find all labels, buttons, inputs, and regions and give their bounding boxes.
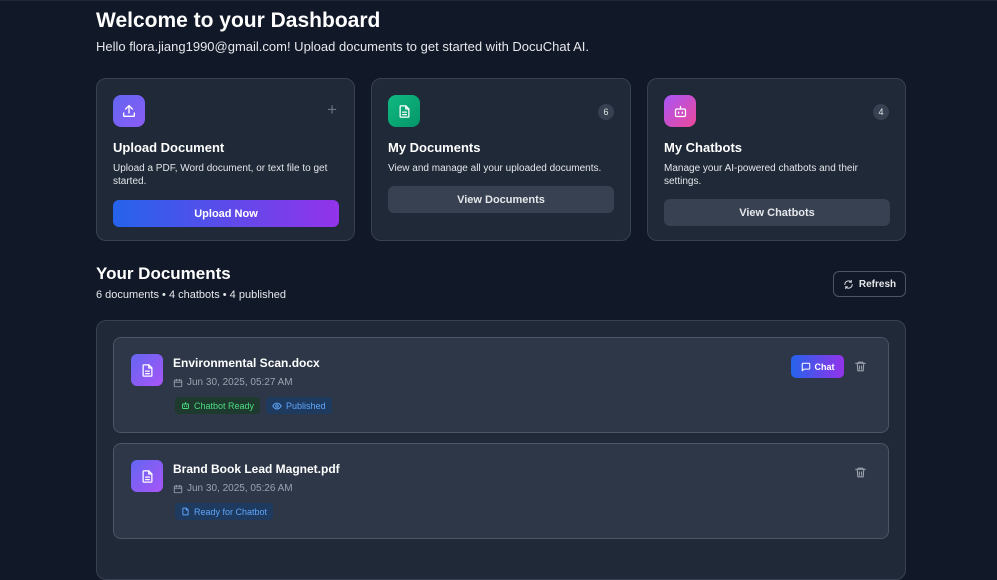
document-tags: Ready for Chatbot [175,503,274,520]
calendar-icon [173,484,183,493]
view-chatbots-button[interactable]: View Chatbots [664,199,890,226]
card-description: Upload a PDF, Word document, or text fil… [113,163,328,187]
chat-button[interactable]: Chat [791,355,844,378]
document-icon [182,507,189,516]
welcome-message: Hello flora.jiang1990@gmail.com! Upload … [96,39,590,54]
plus-icon[interactable]: + [327,101,337,118]
my-chatbots-card: 4 My Chatbots Manage your AI-powered cha… [647,78,906,241]
card-description: View and manage all your uploaded docume… [388,163,602,174]
tag-label: Published [286,400,326,411]
upload-document-card: + Upload Document Upload a PDF, Word doc… [96,78,355,241]
document-item[interactable]: Environmental Scan.docx Jun 30, 2025, 05… [113,337,889,433]
documents-list: Environmental Scan.docx Jun 30, 2025, 05… [96,320,906,580]
upload-now-button[interactable]: Upload Now [113,200,339,227]
documents-count-badge: 6 [598,104,614,120]
trash-icon[interactable] [854,466,868,480]
document-date: Jun 30, 2025, 05:26 AM [173,483,293,494]
card-description: Manage your AI-powered chatbots and thei… [664,163,859,187]
refresh-button[interactable]: Refresh [833,271,906,297]
ready-for-chatbot-badge: Ready for Chatbot [175,503,274,520]
date-text: Jun 30, 2025, 05:26 AM [187,483,293,494]
section-title: Your Documents [96,264,231,283]
tag-label: Chatbot Ready [194,400,255,411]
my-documents-card: 6 My Documents View and manage all your … [371,78,631,241]
bot-icon [182,402,189,409]
document-tags: Chatbot Ready Published [175,397,332,414]
document-name[interactable]: Brand Book Lead Magnet.pdf [173,462,340,476]
view-documents-button[interactable]: View Documents [388,186,614,213]
card-title: Upload Document [113,140,225,155]
published-badge: Published [266,397,332,414]
date-text: Jun 30, 2025, 05:27 AM [187,377,293,388]
tag-label: Ready for Chatbot [194,506,268,517]
upload-icon [113,95,145,127]
chat-label: Chat [814,361,835,372]
refresh-icon [844,279,853,289]
calendar-icon [173,378,183,387]
document-icon [388,95,420,127]
documents-stats: 6 documents • 4 chatbots • 4 published [96,289,286,301]
file-icon [131,460,163,492]
trash-icon[interactable] [854,360,868,374]
page-title: Welcome to your Dashboard [96,9,381,32]
eye-icon [272,402,282,409]
document-item[interactable]: Brand Book Lead Magnet.pdf Jun 30, 2025,… [113,443,889,539]
document-date: Jun 30, 2025, 05:27 AM [173,377,293,388]
top-border [0,0,997,1]
chatbot-ready-badge: Chatbot Ready [175,397,261,414]
refresh-label: Refresh [858,278,897,290]
bot-icon [664,95,696,127]
file-icon [131,354,163,386]
chatbots-count-badge: 4 [873,104,889,120]
document-name[interactable]: Environmental Scan.docx [173,356,320,370]
card-title: My Chatbots [664,140,742,155]
message-icon [801,362,810,371]
card-title: My Documents [388,140,481,155]
